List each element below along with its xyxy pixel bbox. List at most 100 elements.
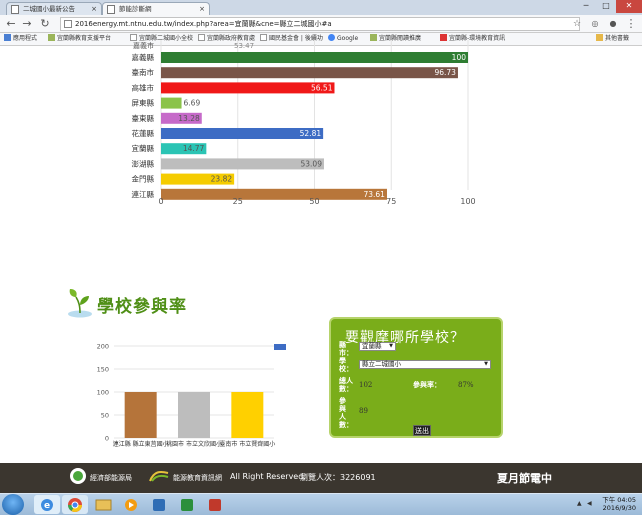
participants-value: 89 — [359, 407, 368, 415]
app-icon[interactable] — [174, 495, 200, 514]
system-clock[interactable]: 下午 04:05 2016/9/30 — [602, 496, 636, 512]
bar — [178, 392, 210, 438]
footer-org2: 能源教育資訊網 — [173, 474, 222, 482]
close-window-button[interactable]: ✕ — [616, 0, 642, 13]
category-label: 連江縣 — [132, 189, 155, 199]
site-footer: 經濟部能源局 能源教育資訊網 All Right Reserved. 瀏覽人次：… — [0, 463, 642, 493]
data-label: 100 — [452, 53, 467, 62]
total-value: 102 — [359, 381, 373, 389]
data-label: 53.09 — [301, 159, 323, 168]
forward-icon[interactable]: → — [20, 17, 34, 31]
apps-icon — [4, 34, 11, 41]
data-label: 23.82 — [211, 175, 233, 184]
footer-org1: 經濟部能源局 — [90, 474, 132, 482]
category-label: 金門縣 — [132, 174, 155, 184]
x-tick-label: 75 — [386, 197, 396, 206]
county-participation-chart: 嘉義市 53.47 嘉義縣 100 臺南市 96.73 高雄市 56.51 屏東縣 6.69 臺… — [132, 40, 476, 206]
bar — [161, 188, 387, 200]
energy-bureau-logo — [70, 468, 86, 484]
school-label: 學校： — [339, 357, 353, 373]
ie-icon[interactable]: e — [34, 495, 60, 514]
data-label: 52.81 — [300, 129, 322, 138]
chrome-icon[interactable] — [62, 495, 88, 514]
extension-icon[interactable]: ◎ — [588, 17, 602, 31]
partial-value-label: 53.47 — [234, 42, 254, 50]
county-select[interactable]: 宜蘭縣 ▼ — [359, 342, 396, 351]
data-label: 96.73 — [434, 68, 456, 77]
close-tab-icon[interactable]: × — [199, 3, 205, 15]
data-label: 13.28 — [178, 114, 200, 123]
close-tab-icon[interactable]: × — [91, 3, 97, 15]
y-tick-label: 150 — [97, 366, 109, 374]
school-select[interactable]: 縣立二城國小 ▼ — [359, 360, 491, 369]
page-info-icon — [64, 20, 72, 28]
sprout-icon — [68, 289, 92, 318]
x-tick-label: 25 — [233, 197, 243, 206]
submit-button[interactable]: 送出 — [413, 425, 431, 436]
y-tick-label: 0 — [105, 435, 109, 443]
maximize-button[interactable]: □ — [596, 0, 616, 13]
rate-label: 參與率： — [413, 381, 441, 389]
category-label: 臺東縣 — [132, 113, 155, 123]
partial-category-label: 嘉義市 — [133, 41, 154, 50]
clock-time: 下午 04:05 — [602, 496, 636, 504]
back-icon[interactable]: ← — [4, 17, 18, 31]
url-text: 2016energy.mt.ntnu.edu.tw/index.php?area… — [75, 20, 332, 28]
media-player-icon[interactable] — [118, 495, 144, 514]
bookmark-folder[interactable]: 其他書籤 — [596, 33, 629, 45]
menu-icon[interactable]: ⋮ — [624, 17, 638, 31]
navigation-bar: ← → ↻ 2016energy.mt.ntnu.edu.tw/index.ph… — [0, 15, 642, 33]
bookmark-item[interactable]: 應用程式 — [4, 33, 37, 45]
folder-icon[interactable] — [90, 495, 116, 514]
minimize-button[interactable]: ─ — [576, 0, 596, 13]
school-comparison-chart: 0 50 100 150 200 連江縣 縣立東莒國小桃園市 市立文欣國小臺南市 市立賢… — [97, 343, 286, 448]
bookmark-icon — [48, 34, 55, 41]
data-label: 14.77 — [183, 144, 205, 153]
tab-energy-diagnosis[interactable]: 節能診斷網 × — [102, 2, 210, 15]
data-label: 56.51 — [311, 83, 333, 92]
bar — [161, 67, 458, 79]
bookmark-star-icon[interactable]: ☆ — [570, 17, 584, 31]
browser-tab-bar: 二城國小最新公告 × 節能診斷網 × ─ □ ✕ — [0, 0, 642, 15]
category-label: 澎湖縣 — [132, 158, 155, 168]
legend-swatch — [274, 344, 286, 350]
clock-date: 2016/9/30 — [602, 504, 636, 512]
page-icon — [11, 5, 19, 14]
page-icon — [107, 5, 115, 14]
county-label: 縣市： — [339, 341, 353, 357]
windows-taskbar: e ▲ ◀ 下午 04:05 2016/9/30 — [0, 493, 642, 515]
data-label: 73.61 — [363, 190, 385, 199]
start-button[interactable] — [2, 494, 24, 515]
reload-icon[interactable]: ↻ — [38, 17, 52, 31]
category-label: 屏東縣 — [132, 98, 155, 108]
app-icon[interactable] — [202, 495, 228, 514]
category-label: 臺南市 市立賢齊國小 — [219, 440, 275, 448]
category-label: 連江縣 縣立東莒國小 — [113, 440, 169, 448]
category-label: 高雄市 — [132, 82, 155, 92]
category-label: 宜蘭縣 — [132, 143, 155, 153]
network-icon[interactable]: ▲ — [577, 500, 584, 507]
x-tick-label: 50 — [309, 197, 319, 206]
bar — [161, 82, 335, 94]
category-label: 臺南市 — [132, 67, 155, 77]
address-bar[interactable]: 2016energy.mt.ntnu.edu.tw/index.php?area… — [60, 17, 580, 31]
x-tick-label: 0 — [158, 197, 163, 206]
visitor-count: 瀏覽人次：3226091 — [300, 473, 376, 482]
y-tick-label: 200 — [97, 343, 109, 351]
svg-text:e: e — [44, 501, 50, 511]
school-selector-panel: 要觀摩哪所學校？ 縣市： 宜蘭縣 ▼ 學校： 縣立二城國小 ▼ 總人數： 102 參… — [329, 317, 503, 438]
rate-value: 87% — [458, 381, 474, 389]
bar — [231, 392, 264, 438]
y-tick-label: 100 — [97, 389, 109, 397]
folder-icon — [596, 34, 603, 41]
bar — [161, 97, 182, 109]
volume-icon[interactable]: ◀ — [587, 500, 594, 507]
category-label: 桃園市 市立文欣國小 — [166, 440, 222, 448]
tab-label: 二城國小最新公告 — [23, 5, 75, 13]
app-icon[interactable] — [146, 495, 172, 514]
tab-announcements[interactable]: 二城國小最新公告 × — [6, 2, 102, 15]
participants-label: 參與人數： — [339, 397, 353, 429]
footer-slogan: 夏月節電中 — [497, 472, 552, 485]
education-network-logo — [149, 471, 169, 482]
extension-icon[interactable]: ● — [606, 17, 620, 31]
